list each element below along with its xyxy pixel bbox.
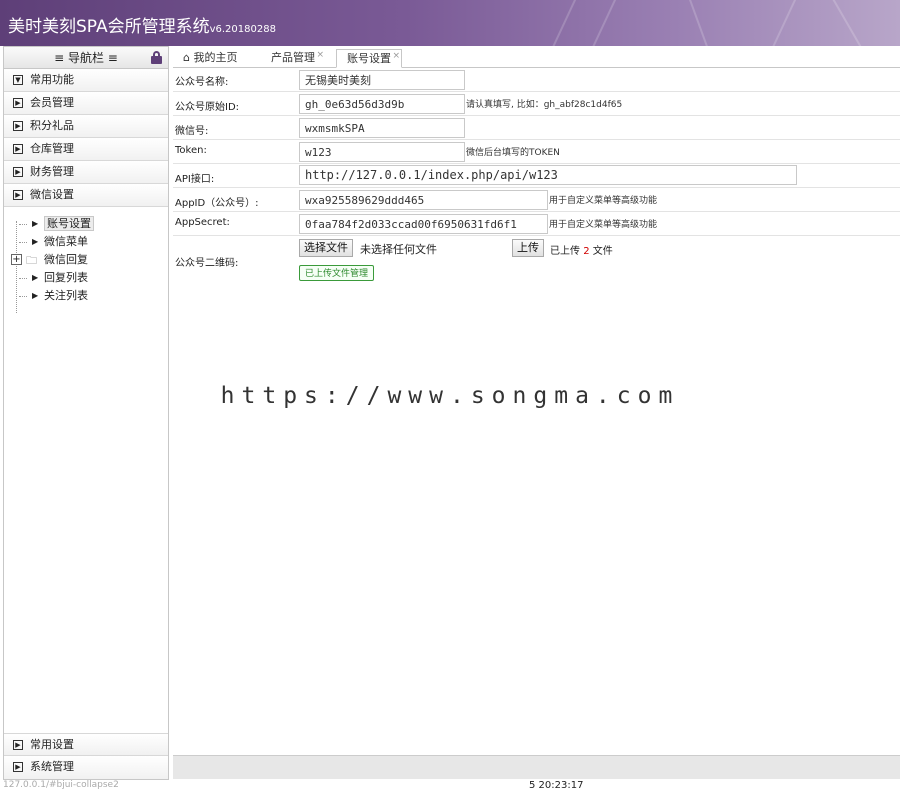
sidebar-heading: ≡ 导航栏 ≡ <box>54 51 118 65</box>
close-icon[interactable]: × <box>316 46 324 64</box>
home-icon: ⌂ <box>183 51 190 64</box>
row-qrcode: 公众号二维码: 选择文件 未选择任何文件 上传 已上传 2 文件 已上传文件管理 <box>173 236 900 284</box>
tab-products[interactable]: 产品管理 × <box>261 49 325 68</box>
api-label: API接口: <box>175 174 215 185</box>
app-version: v6.20180288 <box>209 24 276 35</box>
sidebar: ≡ 导航栏 ≡ ▼ 常用功能 ▶ 会员管理 ▶ 积分礼品 ▶ 仓库管理 ▶ 财务管理 ▶ 微… <box>3 46 169 780</box>
api-input[interactable] <box>299 165 797 185</box>
status-time: 5 20:23:17 <box>529 780 584 791</box>
caret-right-icon: ▶ <box>32 237 39 246</box>
sidebar-item-members[interactable]: ▶ 会员管理 <box>4 92 168 115</box>
app-title: 美时美刻SPA会所管理系统v6.20180288 <box>8 17 276 37</box>
caret-right-icon: ▶ <box>32 273 39 282</box>
tab-bar: ⌂ 我的主页 产品管理 × 账号设置 × <box>173 46 900 68</box>
account-name-input[interactable] <box>299 70 465 90</box>
upload-button[interactable]: 上传 <box>512 239 544 257</box>
status-bar: 127.0.0.1/#bjui-collapse2 5 20:23:17 <box>0 780 900 792</box>
row-appid: AppID（公众号）: 用于自定义菜单等高级功能 <box>173 188 900 212</box>
wechat-no-label: 微信号: <box>175 126 209 137</box>
caret-right-icon: ▶ <box>32 219 39 228</box>
expand-box-icon: ▶ <box>13 762 23 772</box>
original-id-label: 公众号原始ID: <box>175 102 240 113</box>
sidebar-item-points[interactable]: ▶ 积分礼品 <box>4 115 168 138</box>
row-wechat-no: 微信号: <box>173 116 900 140</box>
row-appsecret: AppSecret: 用于自定义菜单等高级功能 <box>173 212 900 236</box>
uploaded-files-manage-button[interactable]: 已上传文件管理 <box>299 265 375 281</box>
sidebar-item-finance[interactable]: ▶ 财务管理 <box>4 161 168 184</box>
expand-box-icon: ▶ <box>13 121 23 131</box>
sidebar-header: ≡ 导航栏 ≡ <box>4 47 168 69</box>
appsecret-label: AppSecret: <box>175 217 230 228</box>
appsecret-hint: 用于自定义菜单等高级功能 <box>549 220 658 230</box>
sidebar-item-settings[interactable]: ▶ 常用设置 <box>4 733 168 756</box>
app-header: 美时美刻SPA会所管理系统v6.20180288 <box>0 0 900 46</box>
collapse-box-icon: ▼ <box>13 75 23 85</box>
appid-input[interactable] <box>299 190 548 210</box>
tab-home[interactable]: ⌂ 我的主页 <box>173 49 247 68</box>
row-api: API接口: <box>173 164 900 188</box>
tree-item-menu[interactable]: ▶ 微信菜单 <box>4 233 168 251</box>
watermark: https://www.songma.com <box>214 381 686 411</box>
sidebar-item-system[interactable]: ▶ 系统管理 <box>4 756 168 779</box>
tree-item-reply-list[interactable]: ▶ 回复列表 <box>4 269 168 287</box>
plus-box-icon[interactable]: + <box>11 254 22 265</box>
wechat-no-input[interactable] <box>299 118 465 138</box>
row-token: Token: 微信后台填写的TOKEN <box>173 140 900 164</box>
wechat-tree: ▶ 账号设置 ▶ 微信菜单 + 🗀 微信回复 ▶ 回复列表 ▶ 关注列表 <box>4 207 168 742</box>
account-name-label: 公众号名称: <box>175 77 229 88</box>
expand-box-icon: ▶ <box>13 98 23 108</box>
tree-item-follow-list[interactable]: ▶ 关注列表 <box>4 287 168 305</box>
folder-icon: 🗀 <box>26 254 37 267</box>
token-hint: 微信后台填写的TOKEN <box>466 148 560 158</box>
token-label: Token: <box>175 145 207 156</box>
content-footer-bar <box>173 755 900 779</box>
no-file-text: 未选择任何文件 <box>360 243 437 256</box>
choose-file-button[interactable]: 选择文件 <box>299 239 353 257</box>
original-id-input[interactable] <box>299 94 465 114</box>
expand-box-icon: ▶ <box>13 190 23 200</box>
uploaded-count: 2 <box>583 246 590 257</box>
sidebar-item-wechat[interactable]: ▶ 微信设置 <box>4 184 168 207</box>
expand-box-icon: ▶ <box>13 740 23 750</box>
row-original-id: 公众号原始ID: 请认真填写, 比如：gh_abf28c1d4f65 <box>173 92 900 116</box>
token-input[interactable] <box>299 142 465 162</box>
qrcode-label: 公众号二维码: <box>175 258 239 269</box>
status-url: 127.0.0.1/#bjui-collapse2 <box>3 780 119 790</box>
appid-hint: 用于自定义菜单等高级功能 <box>549 196 658 206</box>
sidebar-bottom: ▶ 常用设置 ▶ 系统管理 <box>4 733 168 779</box>
sidebar-item-common[interactable]: ▼ 常用功能 <box>4 69 168 92</box>
row-account-name: 公众号名称: <box>173 68 900 92</box>
caret-right-icon: ▶ <box>32 291 39 300</box>
sidebar-item-warehouse[interactable]: ▶ 仓库管理 <box>4 138 168 161</box>
appsecret-input[interactable] <box>299 214 548 234</box>
tree-item-reply[interactable]: + 🗀 微信回复 <box>4 251 168 269</box>
account-settings-form: 公众号名称: 公众号原始ID: 请认真填写, 比如：gh_abf28c1d4f6… <box>173 68 900 284</box>
original-id-hint: 请认真填写, 比如：gh_abf28c1d4f65 <box>466 100 623 110</box>
appid-label: AppID（公众号）: <box>175 198 259 209</box>
tree-item-account[interactable]: ▶ 账号设置 <box>4 215 168 233</box>
expand-box-icon: ▶ <box>13 167 23 177</box>
uploaded-count-text: 已上传 2 文件 <box>550 246 613 257</box>
tab-account-settings[interactable]: 账号设置 × <box>336 49 402 68</box>
lock-icon[interactable] <box>151 51 162 64</box>
expand-box-icon: ▶ <box>13 144 23 154</box>
close-icon[interactable]: × <box>392 47 400 65</box>
